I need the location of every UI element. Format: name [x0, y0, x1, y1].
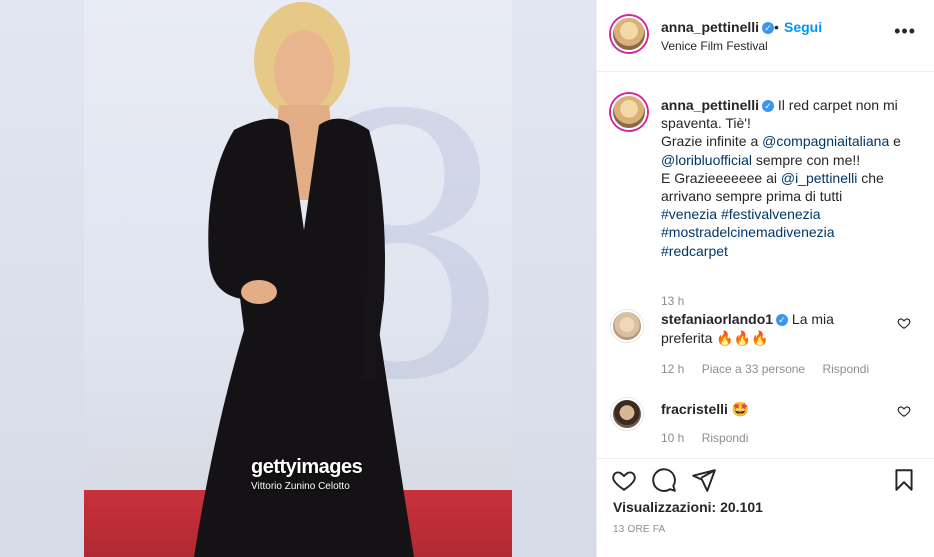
bookmark-icon[interactable] — [891, 467, 917, 493]
views-count[interactable]: Visualizzazioni: 20.101 — [613, 499, 763, 515]
verified-icon: ✓ — [776, 314, 789, 327]
share-icon[interactable] — [691, 467, 717, 493]
location-link[interactable]: Venice Film Festival — [661, 39, 768, 53]
mention-loribluofficial[interactable]: @loribluofficial — [661, 152, 752, 168]
media-blur-right — [512, 0, 596, 557]
comment-time[interactable]: 10 h — [661, 431, 684, 445]
comment-like-icon[interactable] — [897, 404, 911, 418]
caption-text: anna_pettinelli ✓ Il red carpet non mi sp… — [661, 96, 923, 260]
hashtag-redcarpet[interactable]: #redcarpet — [661, 243, 728, 259]
post-header: anna_pettinelli ✓ • Segui Venice Film Fes… — [597, 0, 934, 72]
caption-avatar[interactable] — [611, 94, 647, 130]
hashtag-mostradelcinemadivenezia[interactable]: #mostradelcinemadivenezia — [661, 224, 835, 240]
caption-line2-mid: e — [889, 133, 901, 150]
verified-icon: ✓ — [762, 100, 775, 113]
separator-dot: • — [774, 19, 779, 35]
verified-icon: ✓ — [762, 22, 775, 35]
caption-line4-prefix: E Grazieeeeeee ai — [661, 169, 781, 186]
reply-button[interactable]: Rispondi — [822, 362, 869, 376]
getty-brand: gettyimages — [251, 456, 363, 478]
follow-button[interactable]: Segui — [784, 19, 822, 35]
post-age[interactable]: 13 ORE FA — [613, 524, 665, 535]
post-actions: Visualizzazioni: 20.101 13 ORE FA — [597, 458, 934, 557]
commenter-avatar[interactable] — [611, 310, 643, 342]
hashtag-venezia[interactable]: #venezia — [661, 206, 717, 222]
caption-line2-prefix: Grazie infinite a — [661, 133, 763, 150]
comment-body: fracristelli 🤩 — [661, 400, 881, 419]
comment-icon[interactable] — [651, 467, 677, 493]
mention-i-pettinelli[interactable]: @i_pettinelli — [781, 170, 857, 186]
comment-meta: 10 h Rispondi — [661, 431, 762, 445]
getty-credit: Vittorio Zunino Celotto — [251, 481, 350, 492]
comments-section[interactable]: anna_pettinelli ✓ Il red carpet non mi sp… — [597, 72, 934, 458]
reply-button[interactable]: Rispondi — [702, 431, 749, 445]
comment-username[interactable]: fracristelli — [661, 401, 728, 417]
caption-time[interactable]: 13 h — [661, 294, 684, 308]
post-photo[interactable]: 8 gettyimages Vittorio Zunino Celotto — [84, 0, 512, 557]
comment-like-icon[interactable] — [897, 316, 911, 330]
comment-meta: 12 h Piace a 33 persone Rispondi — [661, 362, 883, 376]
author-username[interactable]: anna_pettinelli ✓ — [661, 19, 775, 35]
caption-username[interactable]: anna_pettinelli — [661, 97, 759, 113]
heart-icon[interactable] — [611, 467, 637, 493]
author-username-text[interactable]: anna_pettinelli — [661, 19, 759, 35]
commenter-avatar[interactable] — [611, 398, 643, 430]
more-options-icon[interactable]: ••• — [894, 22, 916, 40]
getty-watermark: gettyimages Vittorio Zunino Celotto — [251, 456, 363, 492]
media-blur-left — [0, 0, 84, 557]
comment-time[interactable]: 12 h — [661, 362, 684, 376]
post-side-panel: anna_pettinelli ✓ • Segui Venice Film Fes… — [596, 0, 934, 557]
comment-likes[interactable]: Piace a 33 persone — [702, 362, 805, 376]
post-media[interactable]: 8 gettyimages Vittorio Zunino Celotto — [0, 0, 596, 557]
comment-text: 🤩 — [731, 401, 750, 417]
caption-line3-suffix: sempre con me!! — [752, 151, 861, 168]
author-avatar[interactable] — [611, 16, 647, 52]
mention-compagniaitaliana[interactable]: @compagniaitaliana — [762, 133, 889, 149]
comment-body: stefaniaorlando1 ✓ La mia preferita 🔥🔥🔥 — [661, 310, 881, 347]
comment-username[interactable]: stefaniaorlando1 — [661, 311, 773, 327]
hashtag-festivalvenezia[interactable]: #festivalvenezia — [721, 206, 821, 222]
